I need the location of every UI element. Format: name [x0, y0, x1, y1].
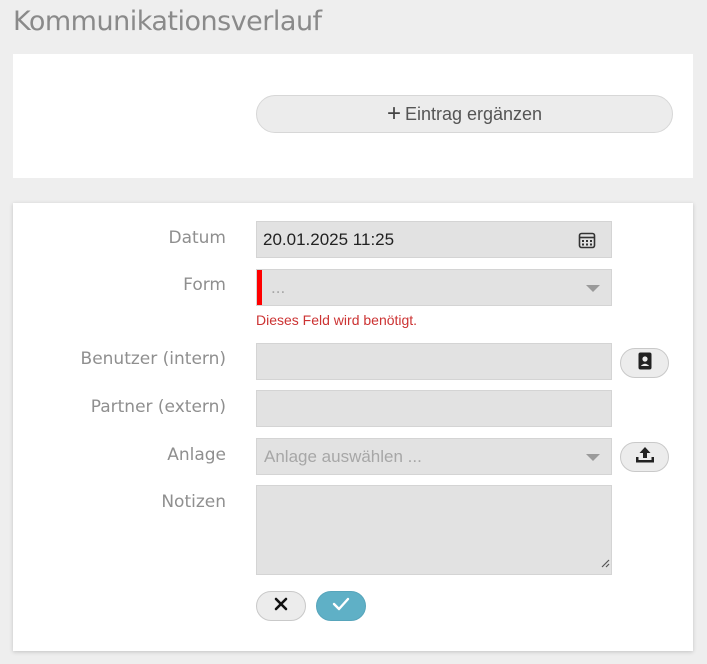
- notes-label: Notizen: [161, 492, 226, 512]
- internal-user-label: Benutzer (intern): [80, 349, 226, 369]
- form-type-error: Dieses Feld wird benötigt.: [256, 312, 418, 328]
- date-value: 20.01.2025 11:25: [263, 230, 395, 249]
- check-icon: [332, 597, 350, 616]
- date-field[interactable]: 20.01.2025 11:25: [256, 221, 612, 258]
- attachment-select[interactable]: Anlage auswählen ...: [256, 438, 612, 475]
- select-contact-button[interactable]: [620, 348, 669, 378]
- chevron-down-icon: [586, 285, 600, 292]
- error-indicator: [257, 270, 262, 305]
- attachment-placeholder: Anlage auswählen ...: [264, 447, 422, 466]
- external-partner-label: Partner (extern): [90, 397, 226, 417]
- internal-user-field[interactable]: [256, 343, 612, 380]
- contact-card-icon: [638, 352, 652, 375]
- resize-handle-icon[interactable]: [600, 555, 610, 573]
- attachment-label: Anlage: [167, 445, 226, 465]
- page-title: Kommunikationsverlauf: [13, 6, 322, 37]
- add-entry-button[interactable]: + Eintrag ergänzen: [256, 95, 673, 133]
- add-entry-label: Eintrag ergänzen: [404, 103, 543, 124]
- date-label: Datum: [168, 228, 226, 248]
- form-type-value: ...: [271, 278, 286, 297]
- external-partner-field[interactable]: [256, 390, 612, 427]
- calendar-icon[interactable]: [578, 231, 596, 254]
- entry-form: Datum 20.01.2025 11:25 Form ... Dieses F…: [13, 203, 693, 651]
- upload-button[interactable]: [620, 442, 669, 472]
- add-entry-panel: + Eintrag ergänzen: [13, 54, 693, 178]
- form-type-select[interactable]: ...: [256, 269, 612, 306]
- notes-textarea[interactable]: [256, 485, 612, 575]
- plus-icon: +: [386, 100, 401, 127]
- form-type-label: Form: [183, 275, 226, 295]
- chevron-down-icon: [586, 454, 600, 461]
- cancel-button[interactable]: [256, 591, 306, 621]
- upload-icon: [635, 446, 655, 469]
- close-icon: [274, 597, 288, 616]
- save-button[interactable]: [316, 591, 366, 621]
